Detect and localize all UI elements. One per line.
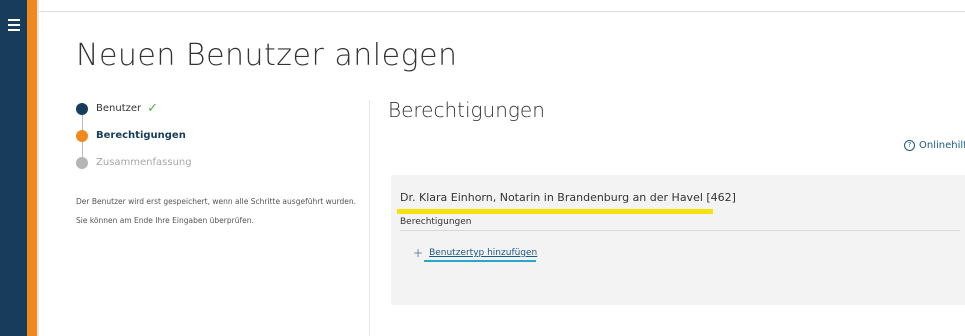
step-benutzer[interactable]: Benutzer ✓: [76, 95, 366, 122]
add-user-type-label: Benutzertyp hinzufügen: [429, 248, 538, 258]
wizard-steps: Benutzer ✓ Berechtigungen Zusammenfassun…: [76, 95, 366, 176]
link-underline-accent: [424, 260, 536, 262]
online-help-label: Onlinehilfe: [919, 140, 965, 151]
column-divider: [369, 100, 370, 336]
hamburger-menu-icon[interactable]: [8, 19, 20, 31]
rail-separator: [37, 0, 39, 336]
step-berechtigungen[interactable]: Berechtigungen: [76, 122, 366, 149]
accent-bar: [27, 0, 37, 336]
section-title: Berechtigungen: [388, 98, 545, 122]
highlight-marker: [397, 209, 713, 214]
notary-name: Dr. Klara Einhorn, Notarin in Brandenbur…: [400, 191, 736, 204]
permissions-panel: Dr. Klara Einhorn, Notarin in Brandenbur…: [391, 175, 965, 305]
step-done-dot: [76, 102, 88, 115]
permissions-label: Berechtigungen: [400, 217, 472, 227]
step-label: Benutzer: [96, 103, 142, 114]
page-title: Neuen Benutzer anlegen: [76, 38, 458, 73]
step-label: Zusammenfassung: [96, 157, 192, 168]
add-user-type-link[interactable]: + Benutzertyp hinzufügen: [413, 246, 537, 260]
online-help-link[interactable]: ? Onlinehilfe: [904, 140, 965, 151]
step-todo-dot: [76, 156, 88, 169]
plus-icon: +: [413, 246, 424, 260]
sidebar-rail: [0, 0, 27, 336]
check-icon: ✓: [147, 101, 159, 116]
step-label: Berechtigungen: [96, 130, 186, 141]
info-text: Der Benutzer wird erst gespeichert, wenn…: [76, 197, 366, 235]
step-active-dot: [76, 129, 88, 142]
permissions-divider: [400, 230, 960, 231]
header-divider: [39, 11, 965, 12]
step-zusammenfassung: Zusammenfassung: [76, 149, 366, 176]
help-icon: ?: [904, 140, 915, 151]
info-line-review: Sie können am Ende Ihre Eingaben überprü…: [76, 216, 254, 225]
info-line-save: Der Benutzer wird erst gespeichert, wenn…: [76, 197, 356, 206]
